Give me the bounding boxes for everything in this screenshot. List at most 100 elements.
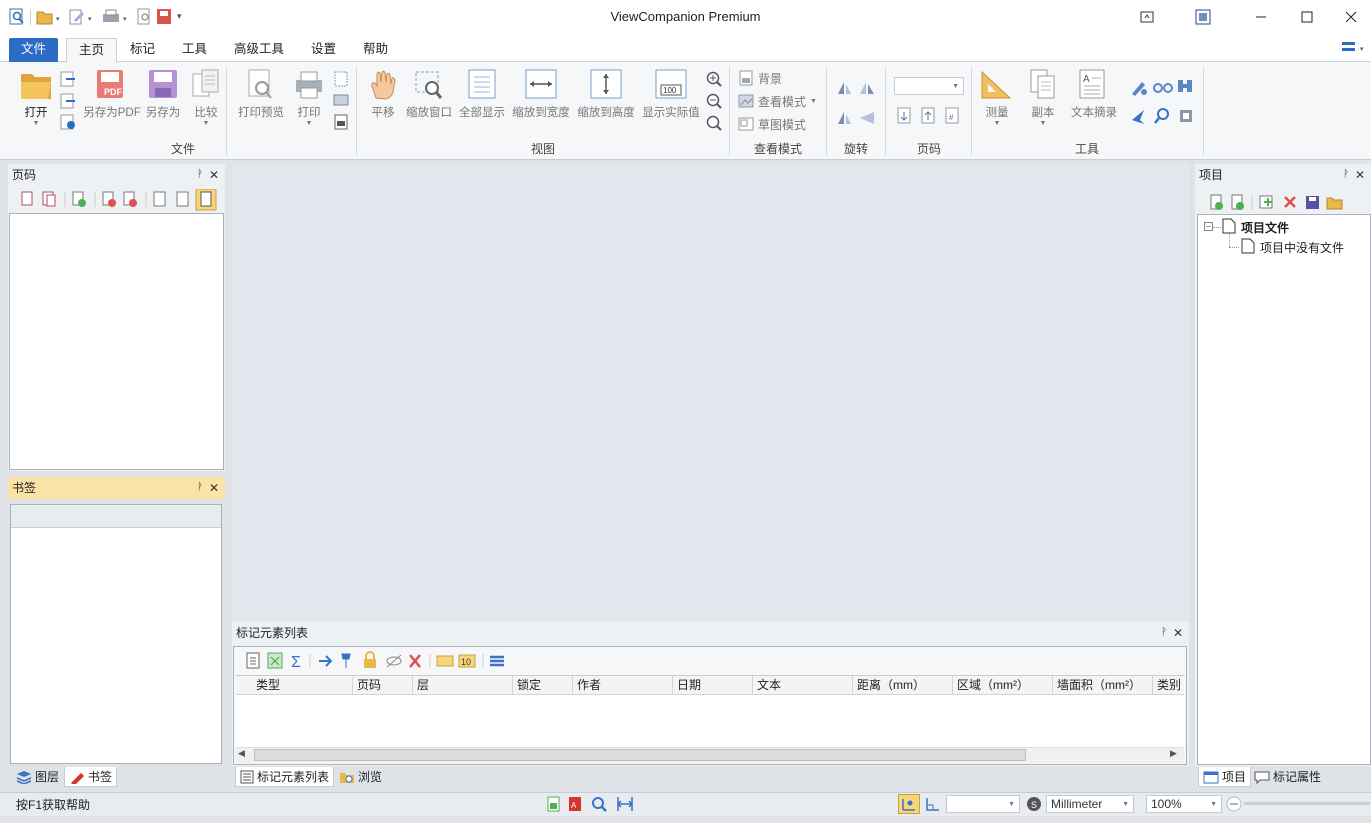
zoom-select[interactable]: 100% ▼ xyxy=(1146,795,1222,813)
column-distance[interactable]: 距离（mm） xyxy=(853,676,953,695)
project-root-item[interactable]: 项目文件 xyxy=(1241,219,1289,236)
tab-home[interactable]: 主页 xyxy=(66,38,118,63)
save-pdf-icon[interactable]: ▾ xyxy=(156,8,188,26)
markup-list-toolbar[interactable]: Σ 10 xyxy=(244,651,514,671)
fit-height-button[interactable]: 缩放到高度 xyxy=(576,68,636,120)
unit-select[interactable]: Millimeter ▼ xyxy=(1046,795,1134,813)
column-page[interactable]: 页码 xyxy=(353,676,413,695)
zoom-out-icon[interactable] xyxy=(1226,796,1242,812)
text-extract-button[interactable]: A 文本摘录 xyxy=(1068,68,1120,120)
minimize-button[interactable] xyxy=(1238,0,1284,34)
print-preview-icon[interactable] xyxy=(136,8,154,26)
svg-text:A: A xyxy=(571,801,577,810)
tool-icons[interactable] xyxy=(1128,76,1198,128)
save-as-pdf-button[interactable]: PDF 另存为PDF xyxy=(82,68,142,120)
column-type[interactable]: 类型 xyxy=(236,676,353,695)
zoom-slider[interactable] xyxy=(1244,802,1370,805)
column-category[interactable]: 类别 xyxy=(1153,676,1184,695)
chevron-down-icon: ▼ xyxy=(32,120,40,127)
project-tree[interactable] xyxy=(1197,214,1371,765)
column-author[interactable]: 作者 xyxy=(573,676,673,695)
bookmarks-tree[interactable] xyxy=(10,504,222,764)
ortho-icon[interactable] xyxy=(924,796,942,812)
print-button[interactable]: 打印 ▼ xyxy=(294,68,324,127)
pin-icon[interactable]: ᚹ xyxy=(197,164,203,186)
close-icon[interactable]: ✕ xyxy=(209,477,219,499)
snap-toggle[interactable] xyxy=(898,794,920,814)
scrollbar-thumb[interactable] xyxy=(254,749,1026,761)
close-icon[interactable]: ✕ xyxy=(1173,622,1183,644)
tab-file[interactable]: 文件 xyxy=(9,38,59,62)
page-select[interactable]: ▼ xyxy=(894,77,964,95)
measure-button[interactable]: 测量 ▼ xyxy=(978,68,1016,127)
tab-project[interactable]: 项目 xyxy=(1198,767,1252,787)
app-icon[interactable] xyxy=(8,8,26,26)
tab-settings[interactable]: 设置 xyxy=(299,38,348,62)
open-label: 打开 xyxy=(24,107,48,119)
fit-all-button[interactable]: 全部显示 xyxy=(458,68,506,120)
group-label-view: 视图 xyxy=(530,142,555,156)
close-button[interactable] xyxy=(1328,0,1371,34)
print-icon[interactable]: ▾ xyxy=(102,8,130,26)
print-preview-button[interactable]: 打印预览 xyxy=(236,68,286,120)
pin-icon[interactable]: ᚹ xyxy=(197,477,203,499)
scroll-right-icon[interactable]: ▶ xyxy=(1170,748,1177,759)
group-label-view-mode: 查看模式 xyxy=(753,142,802,156)
fit-width-button[interactable]: 缩放到宽度 xyxy=(511,68,571,120)
scroll-left-icon[interactable]: ◀ xyxy=(238,748,245,759)
compare-button[interactable]: 比较 ▼ xyxy=(190,68,222,127)
tab-layers[interactable]: 图层 xyxy=(12,767,63,787)
column-date[interactable]: 日期 xyxy=(673,676,753,695)
tab-markup-properties[interactable]: 标记属性 xyxy=(1250,767,1325,787)
column-layer[interactable]: 层 xyxy=(413,676,513,695)
ribbon-display-icon[interactable] xyxy=(1124,0,1170,34)
fit-all-label: 全部显示 xyxy=(459,107,505,119)
scale-select[interactable]: ▼ xyxy=(946,795,1020,813)
column-locked[interactable]: 锁定 xyxy=(513,676,573,695)
recent-files-icons[interactable] xyxy=(58,70,78,132)
tab-markup-list[interactable]: 标记元素列表 xyxy=(235,767,335,787)
restore-layout-icon[interactable] xyxy=(1180,0,1226,34)
pin-icon[interactable]: ᚹ xyxy=(1161,622,1167,644)
pages-list[interactable] xyxy=(9,213,224,470)
column-area[interactable]: 区域（mm²） xyxy=(953,676,1053,695)
save-as-button[interactable]: 另存为 xyxy=(145,68,181,120)
open-folder-icon[interactable]: ▾ xyxy=(36,8,64,26)
status-view-icons[interactable]: A xyxy=(545,795,637,813)
group-separator xyxy=(1203,66,1204,156)
tab-browse[interactable]: 浏览 xyxy=(335,767,386,787)
open-button[interactable]: 打开 ▼ xyxy=(18,68,54,127)
pages-toolbar[interactable] xyxy=(18,189,223,211)
rotate-icons[interactable] xyxy=(836,78,878,128)
pin-icon[interactable]: ᚹ xyxy=(1343,164,1349,186)
background-button[interactable]: 背景 xyxy=(738,68,782,88)
close-icon[interactable]: ✕ xyxy=(209,164,219,186)
save-as-pdf-label: 另存为PDF xyxy=(83,107,141,119)
svg-text:▾: ▾ xyxy=(177,11,182,21)
tab-help[interactable]: 帮助 xyxy=(351,38,400,62)
print-options-icons[interactable] xyxy=(332,70,352,132)
column-wall-area[interactable]: 墙面积（mm²） xyxy=(1053,676,1153,695)
tab-tools[interactable]: 工具 xyxy=(170,38,219,62)
collapse-toggle[interactable]: − xyxy=(1204,222,1213,231)
tab-markup[interactable]: 标记 xyxy=(118,38,167,62)
project-toolbar[interactable] xyxy=(1206,193,1366,213)
zoom-icons[interactable] xyxy=(705,70,725,132)
edit-icon[interactable]: ▾ xyxy=(68,8,96,26)
draft-mode-button[interactable]: 草图模式 xyxy=(738,114,806,134)
maximize-button[interactable] xyxy=(1284,0,1330,34)
document-canvas[interactable] xyxy=(232,163,1189,622)
actual-size-button[interactable]: 100 显示实际值 xyxy=(641,68,701,120)
project-icon xyxy=(1203,771,1219,783)
copy-button[interactable]: 副本 ▼ xyxy=(1027,68,1059,127)
zoom-window-button[interactable]: 缩放窗口 xyxy=(404,68,454,120)
column-text[interactable]: 文本 xyxy=(753,676,853,695)
pan-button[interactable]: 平移 xyxy=(366,68,400,120)
tab-advanced-tools[interactable]: 高级工具 xyxy=(222,38,296,62)
view-mode-button[interactable]: 查看模式 ▼ xyxy=(738,91,817,111)
close-icon[interactable]: ✕ xyxy=(1355,164,1365,186)
tab-bookmarks[interactable]: 书签 xyxy=(64,767,118,787)
page-nav-icons[interactable]: # xyxy=(896,106,966,126)
ribbon-options-icon[interactable]: ▾ xyxy=(1340,40,1368,56)
fit-width-label: 缩放到宽度 xyxy=(512,107,570,119)
